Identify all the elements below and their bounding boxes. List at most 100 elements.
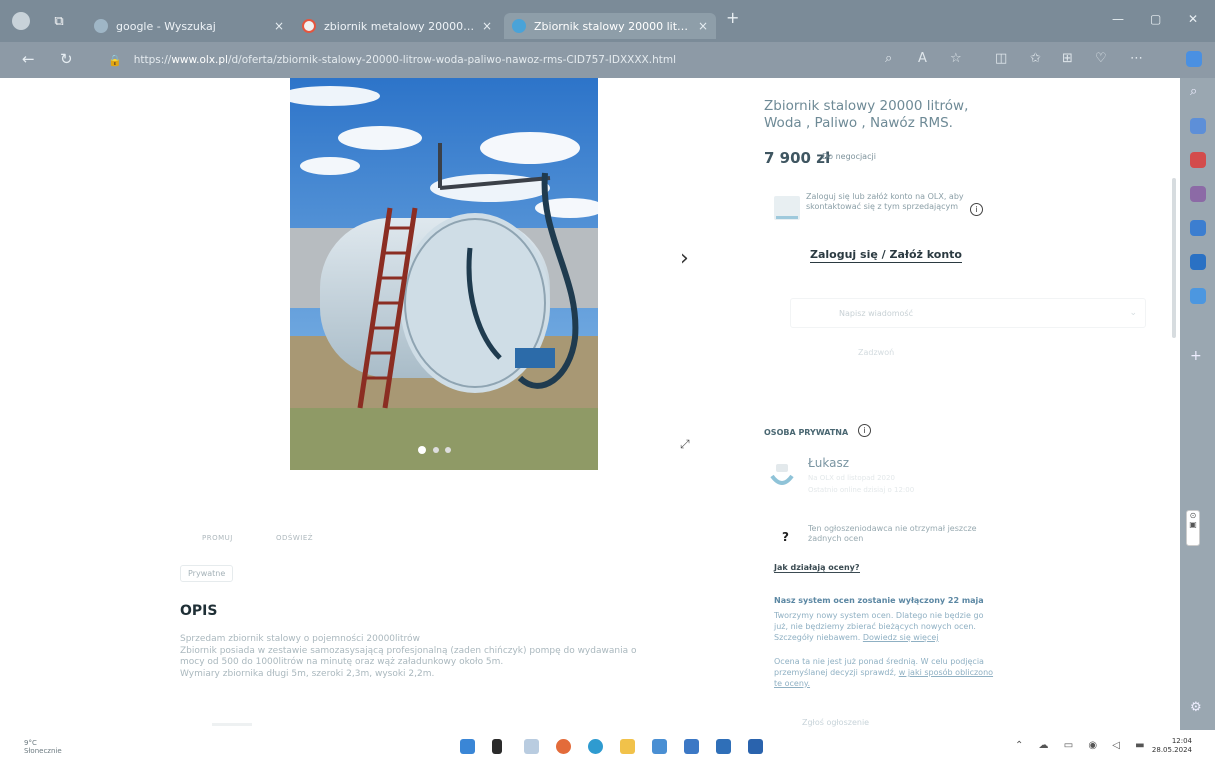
weather-desc: Słonecznie <box>24 747 62 755</box>
login-register-button[interactable]: Zaloguj się / Załóż konto <box>810 248 962 263</box>
question-icon: ? <box>782 530 789 544</box>
read-aloud-icon[interactable]: A <box>918 51 927 66</box>
tab-google-search[interactable]: google - Wyszukaj × <box>86 13 292 39</box>
login-illustration-icon <box>774 196 800 220</box>
clock-date: 28.05.2024 <box>1151 746 1192 754</box>
listing-price: 7 900 zł <box>764 149 831 167</box>
next-photo-button[interactable]: › <box>680 246 689 271</box>
system-tray[interactable]: ⌃ ☁ ▭ ◉ ◁ ▬ <box>1015 740 1151 751</box>
close-tab-icon[interactable]: × <box>482 19 492 33</box>
info-icon[interactable]: i <box>970 203 983 216</box>
close-window-button[interactable]: ✕ <box>1188 12 1198 26</box>
collections-icon[interactable]: ⊞ <box>1062 51 1073 66</box>
store-icon[interactable] <box>684 739 699 754</box>
page-scrollbar[interactable] <box>1172 178 1176 338</box>
no-ratings-text: Ten ogłoszeniodawca nie otrzymał jeszcze… <box>808 524 977 543</box>
page-content: › ⤢ Zbiornik stalowy 20000 litrów, Woda … <box>12 78 1180 730</box>
weather-temp: 9°C <box>24 739 37 747</box>
chevron-down-icon: ⌄ <box>1129 308 1137 318</box>
refresh-listing-button[interactable]: ODŚWIEŻ <box>276 534 313 542</box>
description-body: Sprzedam zbiornik stalowy o pojemności 2… <box>180 634 720 680</box>
report-listing-link[interactable]: Zgłoś ogłoszenie <box>802 718 869 727</box>
message-button[interactable]: Napisz wiadomość ⌄ <box>790 298 1146 328</box>
ratings-notice-body-2: Ocena ta nie jest już ponad średnią. W c… <box>774 656 996 689</box>
tab-zbiornik-search[interactable]: zbiornik metalowy 20000 - Szuk × <box>294 13 500 39</box>
start-icon[interactable] <box>460 739 475 754</box>
new-tab-button[interactable]: + <box>726 8 739 27</box>
description-line: Zbiornik posiada w zestawie samozasysają… <box>180 645 637 656</box>
refresh-button[interactable]: ↻ <box>60 50 73 68</box>
olx-icon <box>512 19 526 33</box>
description-line: Wymiary zbiornika długi 5m, szeroki 2,3m… <box>180 668 435 679</box>
copilot-icon[interactable] <box>1186 51 1202 67</box>
chrome-icon[interactable] <box>556 739 571 754</box>
url-field[interactable]: 🔒 https://www.olx.pl/d/oferta/zbiornik-s… <box>108 49 868 71</box>
message-label: Napisz wiadomość <box>839 309 913 318</box>
private-tag: Prywatne <box>180 565 234 582</box>
browser-address-bar: ← ↻ 🔒 https://www.olx.pl/d/oferta/zbiorn… <box>0 42 1215 78</box>
how-ratings-link[interactable]: Jak działają oceny? <box>774 563 860 573</box>
more-menu-icon[interactable]: ⋯ <box>1130 51 1143 66</box>
learn-more-link[interactable]: Dowiedz się więcej <box>863 633 939 642</box>
health-icon[interactable]: ♡ <box>1095 51 1107 66</box>
negotiable-label: Do negocjacji <box>822 152 876 161</box>
explorer-icon[interactable] <box>620 739 635 754</box>
seller-type-label: OSOBA PRYWATNA <box>764 428 849 437</box>
favorite-star-icon[interactable]: ☆ <box>950 51 962 66</box>
mail-icon[interactable] <box>716 739 731 754</box>
search-icon[interactable]: ⌕ <box>1190 84 1206 100</box>
call-button[interactable]: Zadzwoń <box>858 348 894 357</box>
seller-name[interactable]: Łukasz <box>808 456 849 470</box>
photos-icon[interactable] <box>652 739 667 754</box>
ratings-notice-heading: Nasz system ocen zostanie wyłączony 22 m… <box>774 596 984 605</box>
outlook-icon[interactable] <box>1190 288 1206 304</box>
seller-info-icon[interactable]: i <box>858 424 871 437</box>
description-line: mocy od 500 do 1000litrów na minutę oraz… <box>180 657 504 667</box>
search-taskbar-icon[interactable] <box>492 739 502 754</box>
outlook-taskbar-icon[interactable] <box>748 739 763 754</box>
tools-icon[interactable] <box>1190 152 1206 168</box>
seller-last-online: Ostatnio online dzisiaj o 12:00 <box>808 486 915 494</box>
fullscreen-icon[interactable]: ⤢ <box>680 438 700 450</box>
workspaces-icon[interactable]: ⧉ <box>48 10 70 32</box>
shopping-icon[interactable] <box>1190 118 1206 134</box>
favorites-icon[interactable]: ✩ <box>1030 51 1041 66</box>
description-line: Sprzedam zbiornik stalowy o pojemności 2… <box>180 634 420 644</box>
maximize-button[interactable]: ▢ <box>1150 12 1161 26</box>
close-tab-icon[interactable]: × <box>274 19 284 33</box>
add-icon[interactable]: + <box>1190 348 1206 364</box>
taskview-icon[interactable] <box>524 739 539 754</box>
login-prompt-text: Zaloguj się lub załóż konto na OLX, aby … <box>806 192 964 211</box>
listing-title: Zbiornik stalowy 20000 litrów, Woda , Pa… <box>764 98 969 131</box>
url-path: /d/oferta/zbiornik-stalowy-20000-litrow-… <box>227 54 676 66</box>
tab-label: zbiornik metalowy 20000 - Szuk <box>324 19 476 33</box>
windows-taskbar: 9°C Słonecznie ⌃ ☁ ▭ ◉ ◁ ▬ 12:04 28.05.2… <box>0 730 1215 762</box>
chat-widget-icon[interactable]: ⊙ ▣ <box>1186 510 1200 546</box>
games-icon[interactable] <box>1190 220 1206 236</box>
clock[interactable]: 12:04 28.05.2024 <box>1150 737 1192 755</box>
weather-widget[interactable]: 9°C Słonecznie <box>24 739 62 755</box>
minimize-button[interactable]: — <box>1112 12 1124 26</box>
settings-gear-icon[interactable]: ⚙ <box>1190 700 1206 716</box>
google-icon <box>302 19 316 33</box>
browser-sidebar: ⌕ + ⚙ <box>1180 78 1215 730</box>
edge-icon[interactable] <box>588 739 603 754</box>
tab-label: google - Wyszukaj <box>116 19 216 33</box>
zoom-icon[interactable]: ⌕ <box>885 51 892 66</box>
back-button[interactable]: ← <box>22 50 35 68</box>
split-screen-icon[interactable]: ◫ <box>995 51 1007 66</box>
listing-photo[interactable] <box>290 78 598 470</box>
people-icon[interactable] <box>1190 186 1206 202</box>
description-heading: OPIS <box>180 603 218 619</box>
faded-divider <box>212 723 252 726</box>
promote-button[interactable]: PROMUJ <box>202 534 233 542</box>
url-host: www.olx.pl <box>171 54 228 66</box>
lock-icon: 🔒 <box>108 53 122 67</box>
ratings-notice-body: Tworzymy nowy system ocen. Dlatego nie b… <box>774 610 996 643</box>
tab-olx-listing[interactable]: Zbiornik stalowy 20000 litrów, W × <box>504 13 716 39</box>
office-icon[interactable] <box>1190 254 1206 270</box>
close-tab-icon[interactable]: × <box>698 19 708 33</box>
seller-joined: Na OLX od listopad 2020 <box>808 474 895 482</box>
browser-tab-bar: ⧉ google - Wyszukaj × zbiornik metalowy … <box>0 0 1215 42</box>
profile-avatar[interactable] <box>10 10 32 32</box>
